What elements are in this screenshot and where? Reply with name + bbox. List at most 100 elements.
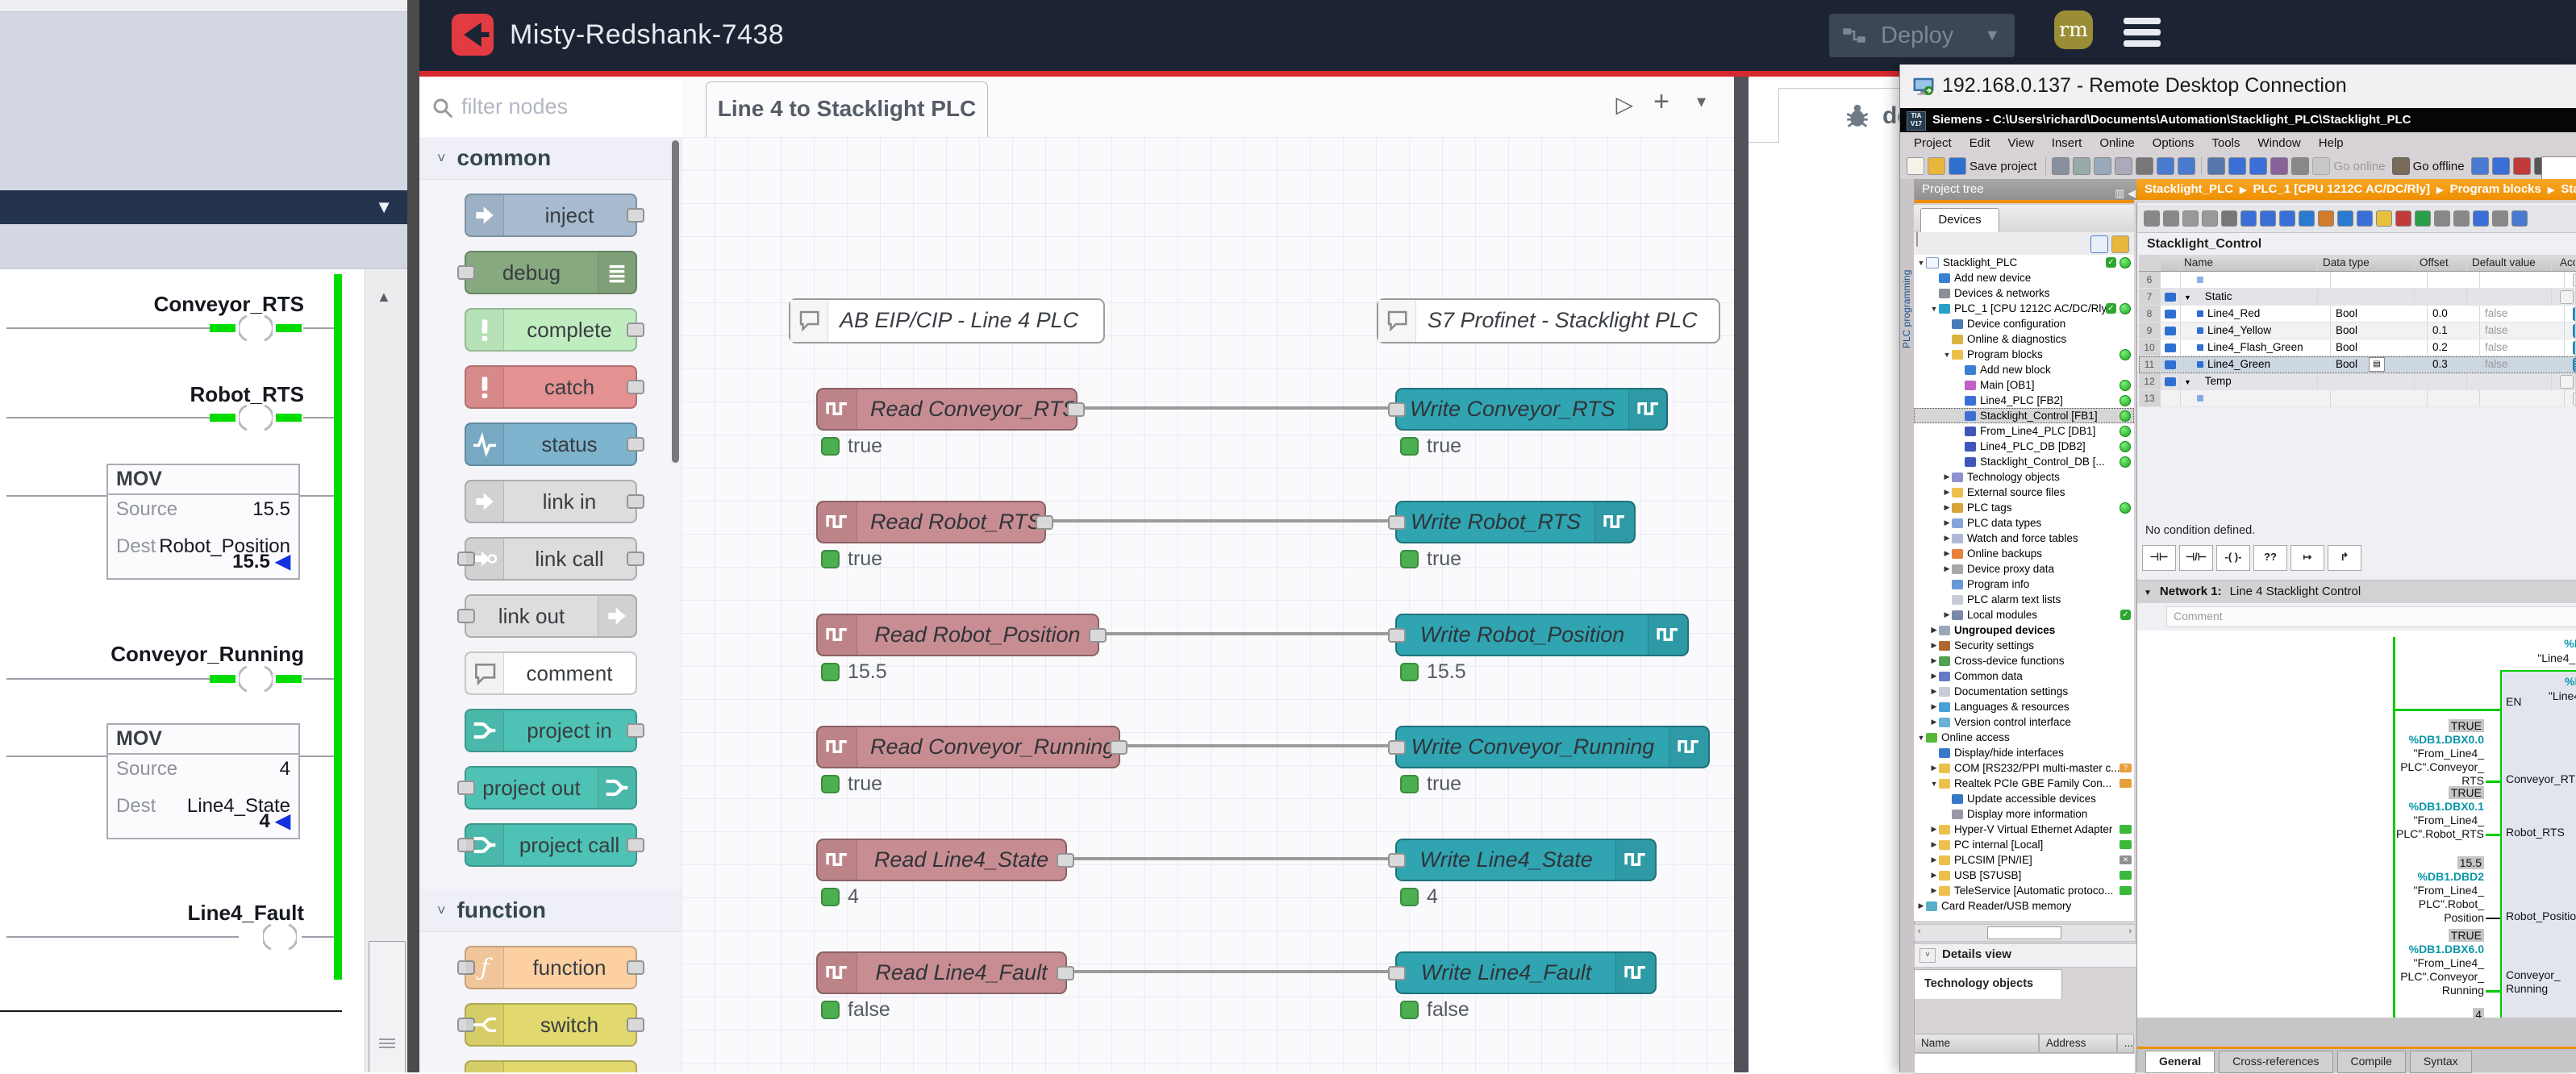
input-port[interactable]	[457, 609, 475, 623]
undo-icon[interactable]	[2157, 157, 2174, 175]
ladder-scrollbar[interactable]: ▲	[365, 269, 407, 1072]
palette-category-function[interactable]: ˅function	[419, 889, 682, 932]
tree-item[interactable]: Program info	[1914, 577, 2134, 592]
output-port[interactable]	[627, 723, 644, 738]
input-port[interactable]	[1388, 628, 1406, 643]
collapse-arrow-icon[interactable]: ▶	[1930, 656, 1938, 665]
collapse-arrow-icon[interactable]: ▶	[1943, 610, 1951, 619]
editor-tool-icon-15[interactable]	[2434, 210, 2450, 227]
collapse-arrow-icon[interactable]: ▶	[1930, 871, 1938, 880]
menu-window[interactable]: Window	[2249, 136, 2309, 150]
tree-item[interactable]: Display/hide interfaces	[1914, 745, 2134, 760]
collapse-arrow-icon[interactable]: ▶	[1943, 549, 1951, 558]
ladder-instruction-button-0[interactable]: ⊣⊢	[2142, 545, 2176, 571]
chevron-down-icon[interactable]: ▼	[375, 197, 393, 218]
tree-item[interactable]: ▼Realtek PCIe GBE Family Con...	[1914, 776, 2134, 791]
editor-tool-icon-5[interactable]	[2240, 210, 2257, 227]
accessible-checkbox[interactable]	[2560, 290, 2574, 304]
tree-item[interactable]: ▶PLC tags	[1914, 500, 2134, 515]
tree-item[interactable]: Devices & networks	[1914, 285, 2134, 301]
cut-icon[interactable]	[2073, 157, 2090, 175]
tree-item[interactable]: Main [OB1]	[1914, 377, 2134, 393]
write-node[interactable]: Write Conveyor_Running	[1395, 726, 1710, 768]
tree-item[interactable]: ▶Cross-device functions	[1914, 653, 2134, 668]
plc-programming-side-tab[interactable]: PLC programming	[1900, 179, 1915, 1072]
stop-cpu-icon[interactable]	[2270, 157, 2288, 175]
tree-item[interactable]: Display more information	[1914, 806, 2134, 822]
ladder-instruction-button-5[interactable]: ↱	[2328, 545, 2361, 571]
read-node[interactable]: Read Robot_Position	[816, 614, 1099, 656]
expand-arrow-icon[interactable]: ▼	[1930, 780, 1938, 788]
editor-tool-icon-10[interactable]	[2337, 210, 2353, 227]
input-port[interactable]	[457, 265, 475, 280]
editor-tool-icon-3[interactable]	[2202, 210, 2218, 227]
collapse-arrow-icon[interactable]: ▶	[1930, 718, 1938, 726]
menu-edit[interactable]: Edit	[1961, 136, 1999, 150]
breadcrumb-item[interactable]: Program blocks	[2449, 182, 2541, 196]
accessible-checkbox[interactable]: ✓	[2573, 307, 2576, 321]
editor-tool-icon-17[interactable]	[2473, 210, 2489, 227]
mov-instruction[interactable]: MOVSource15.5DestRobot_Position15.5 ◀	[106, 464, 300, 580]
output-port[interactable]	[1057, 966, 1074, 980]
input-operand[interactable]: 15.5%DB1.DBD2"From_Line4_PLC".Robot_Posi…	[2349, 856, 2484, 925]
palette-category-common[interactable]: ˅common	[419, 137, 682, 180]
tree-item[interactable]: ▼PLC_1 [CPU 1212C AC/DC/Rly]✓	[1914, 301, 2134, 316]
editor-tool-icon-1[interactable]	[2163, 210, 2179, 227]
new-icon[interactable]	[1907, 157, 1924, 175]
download-to-device-icon[interactable]	[2207, 157, 2225, 175]
input-port[interactable]	[1388, 515, 1406, 530]
tree-item[interactable]: ▶Common data	[1914, 668, 2134, 684]
input-operand[interactable]: TRUE%DB1.DBX0.0"From_Line4_PLC".Conveyor…	[2349, 719, 2484, 788]
ladder-instruction-button-2[interactable]: -( )-	[2216, 545, 2250, 571]
collapse-arrow-icon[interactable]: ▶	[1930, 855, 1938, 864]
split-icon[interactable]	[2513, 157, 2531, 175]
start-cpu-icon[interactable]	[2249, 157, 2267, 175]
ladder-instruction-button-4[interactable]: ↦	[2290, 545, 2324, 571]
tree-item[interactable]: Add new block	[1914, 362, 2134, 377]
output-port[interactable]	[627, 208, 644, 223]
table-row[interactable]: 9Line4_YellowBool0.1false✓	[2139, 323, 2576, 339]
collapse-arrow-icon[interactable]: ▶	[1943, 564, 1951, 573]
editor-tool-icon-18[interactable]	[2492, 210, 2508, 227]
collapse-arrow-icon[interactable]: ▶	[1943, 534, 1951, 543]
read-node[interactable]: Read Line4_Fault	[816, 951, 1067, 994]
tree-item[interactable]: ▶Watch and force tables	[1914, 531, 2134, 546]
breadcrumb-item[interactable]: PLC_1 [CPU 1212C AC/DC/Rly]	[2253, 182, 2431, 196]
left-app-collapsed-bar[interactable]: ▼	[0, 190, 407, 224]
technology-objects-tab[interactable]: Technology objects	[1914, 969, 2062, 999]
palette-node-complete[interactable]: complete	[465, 308, 637, 352]
output-port[interactable]	[1067, 402, 1085, 417]
tree-item[interactable]: ▶Hyper-V Virtual Ethernet Adapter	[1914, 822, 2134, 837]
rung-tag-label[interactable]: Conveyor_Running	[110, 642, 304, 667]
inspector-tab-general[interactable]: General	[2145, 1051, 2215, 1073]
accessible-checkbox[interactable]	[2573, 392, 2576, 406]
expand-arrow-icon[interactable]: ▼	[1917, 734, 1925, 742]
menu-online[interactable]: Online	[2090, 136, 2143, 150]
palette-node-cut[interactable]	[465, 1060, 637, 1072]
palette-node-link in[interactable]: link in	[465, 480, 637, 523]
tree-item[interactable]: ▶PLCSIM [PN/IE]✕	[1914, 852, 2134, 868]
tree-item[interactable]: ▶Local modules✓	[1914, 607, 2134, 622]
palette-scrollbar[interactable]	[672, 140, 679, 463]
add-flow-button[interactable]: +	[1653, 86, 1669, 118]
collapse-arrow-icon[interactable]: ▶	[1943, 518, 1951, 527]
editor-tool-icon-4[interactable]	[2221, 210, 2237, 227]
inspector-tab-cross-references[interactable]: Cross-references	[2219, 1051, 2332, 1073]
palette-node-switch[interactable]: switch	[465, 1003, 637, 1047]
copy-icon[interactable]	[2094, 157, 2111, 175]
output-port[interactable]	[1036, 515, 1053, 530]
tree-item[interactable]: ▶Version control interface	[1914, 714, 2134, 730]
upload-from-device-icon[interactable]	[2228, 157, 2246, 175]
details-view-header[interactable]: ˅ Details view	[1914, 943, 2163, 968]
input-port[interactable]	[1388, 402, 1406, 417]
tree-item[interactable]: ▼Program blocks	[1914, 347, 2134, 362]
editor-tool-icon-19[interactable]	[2511, 210, 2528, 227]
table-view-icon[interactable]	[2090, 235, 2108, 253]
collapse-arrow-icon[interactable]: ▶	[1930, 840, 1938, 849]
table-row[interactable]: 13	[2139, 390, 2576, 407]
ladder-network-canvas[interactable]: %DB2"Line4_PLC_DB"%FB2"Line4_PLC"ENENOCo…	[2137, 631, 2576, 1072]
go-online-plug-icon[interactable]	[2312, 157, 2330, 175]
flow-tab[interactable]: Line 4 to Stacklight PLC	[706, 81, 988, 138]
tree-item[interactable]: ▶Languages & resources	[1914, 699, 2134, 714]
output-port[interactable]	[1089, 628, 1107, 643]
